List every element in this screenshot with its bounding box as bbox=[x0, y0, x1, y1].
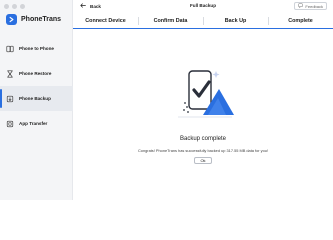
main-panel: Back Full Backup Feedback Connect Device… bbox=[73, 0, 333, 200]
top-bar: Back Full Backup Feedback bbox=[73, 0, 333, 13]
step-back-up: Back Up bbox=[203, 14, 268, 28]
sidebar-item-label: Phone Restore bbox=[19, 71, 52, 76]
backup-complete-illustration bbox=[176, 67, 234, 121]
step-connect-device: Connect Device bbox=[85, 18, 126, 24]
sidebar-nav: Phone to Phone Phone Restore Phone Backu… bbox=[0, 36, 73, 136]
phone-illustration-icon bbox=[188, 70, 212, 110]
feedback-icon bbox=[298, 3, 304, 9]
dots-decor-icon bbox=[183, 102, 189, 113]
step-confirm-data: Confirm Data bbox=[138, 14, 203, 28]
sidebar-item-label: Phone to Phone bbox=[19, 46, 54, 51]
maximize-window-button[interactable] bbox=[20, 4, 25, 9]
result-title: Backup complete bbox=[179, 136, 227, 142]
app-transfer-icon bbox=[6, 120, 14, 128]
sidebar-item-label: App Transfer bbox=[19, 121, 48, 126]
sidebar-item-app-transfer[interactable]: App Transfer bbox=[0, 111, 73, 136]
feedback-button[interactable]: Feedback bbox=[294, 2, 327, 10]
result-message: Congrats! PhoneTrans has successfully ba… bbox=[137, 148, 269, 153]
sidebar-item-label: Phone Backup bbox=[19, 96, 51, 101]
app-name: PhoneTrans bbox=[21, 16, 62, 23]
decor-sparkle-icon bbox=[212, 71, 220, 78]
sidebar: PhoneTrans Phone to Phone Phone Restore … bbox=[0, 0, 73, 200]
step-complete: Complete bbox=[268, 14, 333, 28]
close-window-button[interactable] bbox=[4, 4, 9, 9]
hourglass-icon bbox=[6, 69, 14, 78]
feedback-label: Feedback bbox=[305, 3, 323, 9]
minimize-window-button[interactable] bbox=[12, 4, 17, 9]
phonetrans-logo-icon bbox=[6, 14, 17, 25]
sidebar-item-phone-restore[interactable]: Phone Restore bbox=[0, 61, 73, 86]
phone-to-phone-icon bbox=[6, 45, 14, 53]
window-controls bbox=[4, 4, 25, 9]
step-progress-bar bbox=[73, 27, 333, 29]
backup-icon bbox=[6, 95, 14, 103]
ok-button[interactable]: Ok bbox=[194, 157, 212, 164]
sidebar-item-phone-to-phone[interactable]: Phone to Phone bbox=[0, 36, 73, 61]
sidebar-item-phone-backup[interactable]: Phone Backup bbox=[0, 86, 73, 111]
step-tabs: Connect Device Confirm Data Back Up Comp… bbox=[73, 14, 333, 29]
app-brand: PhoneTrans bbox=[6, 14, 61, 25]
